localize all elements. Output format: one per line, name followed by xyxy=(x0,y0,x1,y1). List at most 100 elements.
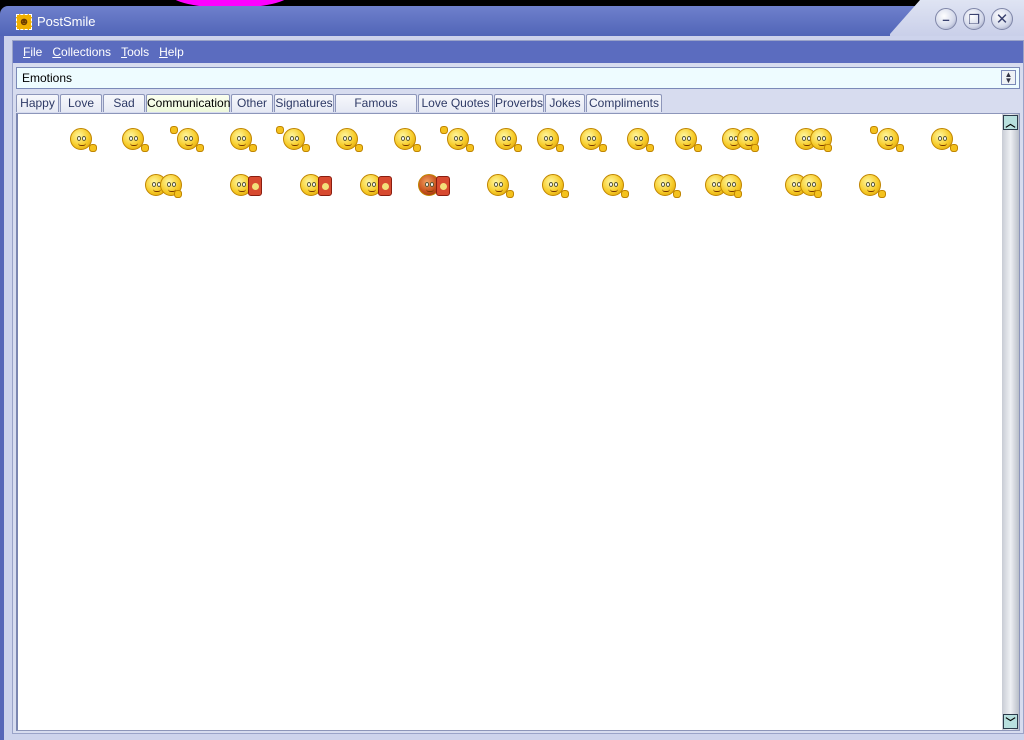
menu-label-rest: elp xyxy=(167,45,184,59)
tab-proverbs[interactable]: Proverbs xyxy=(494,94,544,112)
smiley-pair-gesture[interactable] xyxy=(138,170,182,200)
tab-love-quotes[interactable]: Love Quotes xyxy=(418,94,493,112)
eye xyxy=(727,182,731,187)
smiley-phone[interactable] xyxy=(298,170,332,200)
menu-tools[interactable]: Tools xyxy=(121,45,149,59)
smiley-pair-talking[interactable] xyxy=(715,124,759,154)
tab-sad[interactable]: Sad xyxy=(103,94,145,112)
smiley-both-hands-up[interactable] xyxy=(170,124,204,154)
mouth xyxy=(803,143,811,146)
eye xyxy=(817,136,821,141)
tab-other[interactable]: Other xyxy=(231,94,273,112)
smiley-both-hands-up[interactable] xyxy=(276,124,310,154)
eye xyxy=(507,136,511,141)
eye xyxy=(807,182,811,187)
smiley-leaning[interactable] xyxy=(530,124,564,154)
mouth xyxy=(635,143,643,146)
smiley-phone[interactable] xyxy=(358,170,392,200)
eye xyxy=(682,136,686,141)
restore-button[interactable]: ❐ xyxy=(963,8,985,30)
eye xyxy=(152,182,156,187)
smiley-leaning[interactable] xyxy=(647,170,681,200)
mouth xyxy=(455,143,463,146)
smiley-neutral[interactable] xyxy=(924,124,958,154)
hand-icon xyxy=(673,190,681,198)
mouth xyxy=(885,143,893,146)
eye xyxy=(184,136,188,141)
eye xyxy=(802,136,806,141)
smiley-waving[interactable] xyxy=(595,170,629,200)
smiley-surprised[interactable] xyxy=(535,170,569,200)
smiley-pair-whisper[interactable] xyxy=(698,170,742,200)
eye xyxy=(499,182,503,187)
tab-communication[interactable]: Communication xyxy=(146,94,230,112)
tab-compliments[interactable]: Compliments xyxy=(586,94,662,112)
hand-icon xyxy=(249,144,257,152)
smiley-phone-angry[interactable] xyxy=(416,170,450,200)
mouth xyxy=(683,143,691,146)
smiley-phone[interactable] xyxy=(228,170,262,200)
collection-select[interactable]: Emotions ▲ ▼ xyxy=(16,67,1020,89)
eye xyxy=(237,136,241,141)
tab-jokes[interactable]: Jokes xyxy=(545,94,585,112)
smiley-leaning[interactable] xyxy=(488,124,522,154)
menu-help[interactable]: Help xyxy=(159,45,184,59)
hand-icon xyxy=(514,144,522,152)
eye xyxy=(134,136,138,141)
menu-label-rest: ollections xyxy=(61,45,112,59)
smiley-crying[interactable] xyxy=(573,124,607,154)
title-bar[interactable]: ☻ PostSmile – ❐ ✕ xyxy=(0,0,1024,40)
mouth xyxy=(730,143,738,146)
chevron-down-icon: ﹀ xyxy=(1005,718,1016,729)
eye xyxy=(425,182,429,187)
hand-icon xyxy=(751,144,759,152)
menu-file[interactable]: File xyxy=(23,45,42,59)
mouth xyxy=(713,189,721,192)
tab-famous-quotes[interactable]: Famous Quotes xyxy=(335,94,417,127)
scroll-up-button[interactable]: ︿ xyxy=(1003,115,1018,130)
tab-love[interactable]: Love xyxy=(60,94,102,112)
close-button[interactable]: ✕ xyxy=(991,8,1013,30)
smiley-panel: ︿ ﹀ xyxy=(16,113,1020,731)
tab-signatures[interactable]: Signatures xyxy=(274,94,334,112)
menu-bar: File Collections Tools Help xyxy=(13,41,1023,63)
eye xyxy=(401,136,405,141)
eye xyxy=(172,182,176,187)
smiley-shrug[interactable] xyxy=(223,124,257,154)
smiley-waving[interactable] xyxy=(115,124,149,154)
menu-collections[interactable]: Collections xyxy=(52,45,111,59)
smiley-waving[interactable] xyxy=(387,124,421,154)
hand-icon xyxy=(440,126,448,134)
minimize-button[interactable]: – xyxy=(935,8,957,30)
telephone-icon xyxy=(248,176,262,196)
telephone-icon xyxy=(436,176,450,196)
smiley-pair-talking[interactable] xyxy=(788,124,832,154)
close-icon: ✕ xyxy=(995,10,1009,28)
hand-icon xyxy=(466,144,474,152)
smiley-leaning[interactable] xyxy=(668,124,702,154)
tab-happy[interactable]: Happy xyxy=(16,94,59,112)
smiley-waving[interactable] xyxy=(329,124,363,154)
smiley-shrug[interactable] xyxy=(480,170,514,200)
smiley-sad-wave[interactable] xyxy=(440,124,474,154)
up-down-arrow-icon[interactable]: ▲ ▼ xyxy=(1001,70,1016,85)
vertical-scrollbar[interactable]: ︿ ﹀ xyxy=(1002,114,1019,730)
eye xyxy=(661,182,665,187)
smiley-pair-whisper[interactable] xyxy=(778,170,822,200)
chevron-up-icon: ︿ xyxy=(1005,119,1016,130)
eye xyxy=(372,182,376,187)
hand-icon xyxy=(561,190,569,198)
eye xyxy=(494,182,498,187)
smiley-covering-mouth[interactable] xyxy=(852,170,886,200)
smiley-finger-up[interactable] xyxy=(870,124,904,154)
hand-icon xyxy=(413,144,421,152)
eye xyxy=(744,136,748,141)
hand-icon xyxy=(878,190,886,198)
eye xyxy=(549,182,553,187)
smiley-waving[interactable] xyxy=(63,124,97,154)
scroll-down-button[interactable]: ﹀ xyxy=(1003,714,1018,729)
hand-icon xyxy=(694,144,702,152)
eye xyxy=(295,136,299,141)
hand-icon xyxy=(89,144,97,152)
smiley-neutral[interactable] xyxy=(620,124,654,154)
